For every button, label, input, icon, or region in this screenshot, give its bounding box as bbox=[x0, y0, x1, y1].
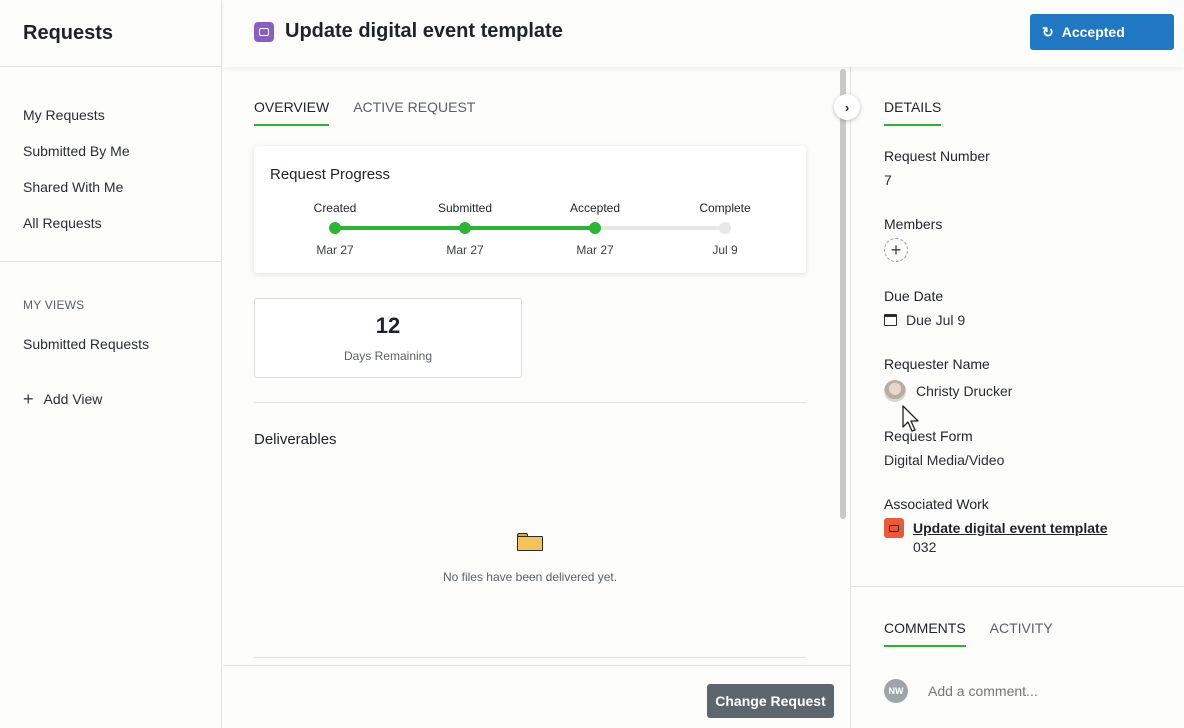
request-form-value: Digital Media/Video bbox=[884, 452, 1005, 468]
divider bbox=[254, 402, 806, 403]
plus-icon: + bbox=[890, 239, 902, 260]
divider bbox=[851, 586, 1184, 587]
step-label-created: Created bbox=[313, 201, 357, 215]
calendar-icon bbox=[884, 314, 897, 326]
status-button[interactable]: ↻ Accepted bbox=[1030, 14, 1174, 50]
request-number-field: Request Number 7 bbox=[884, 148, 990, 188]
requester-field: Requester Name Christy Drucker bbox=[884, 356, 1012, 402]
sidebar-divider bbox=[0, 261, 221, 262]
mouse-cursor-icon bbox=[902, 405, 919, 432]
sidebar-header: Requests bbox=[0, 0, 221, 67]
step-dot-complete bbox=[719, 222, 731, 234]
due-date-field: Due Date Due Jul 9 bbox=[884, 288, 965, 328]
step-dot-created bbox=[329, 222, 341, 234]
my-views-label: MY VIEWS bbox=[23, 298, 85, 312]
avatar bbox=[884, 380, 906, 402]
associated-work-link[interactable]: Update digital event template bbox=[913, 520, 1107, 536]
tab-details[interactable]: DETAILS bbox=[884, 99, 942, 126]
request-progress-card: Request Progress Created Mar 27 Submitte… bbox=[254, 146, 806, 273]
associated-work-field: Associated Work Update digital event tem… bbox=[884, 496, 1107, 555]
add-member-button[interactable]: + bbox=[884, 238, 908, 262]
requester-value[interactable]: Christy Drucker bbox=[884, 380, 1012, 402]
tab-comments[interactable]: COMMENTS bbox=[884, 620, 966, 647]
avatar: NW bbox=[884, 679, 908, 703]
deliverables-empty-text: No files have been delivered yet. bbox=[442, 570, 618, 584]
sidebar-item-submitted-requests[interactable]: Submitted Requests bbox=[0, 326, 221, 362]
step-label-accepted: Accepted bbox=[569, 201, 621, 215]
status-label: Accepted bbox=[1061, 24, 1125, 40]
footer-bar: Change Request bbox=[223, 665, 850, 728]
requester-label: Requester Name bbox=[884, 356, 990, 372]
step-date-created: Mar 27 bbox=[316, 243, 354, 257]
page-header: Update digital event template ↻ Accepted bbox=[223, 0, 1184, 67]
requester-name: Christy Drucker bbox=[916, 383, 1013, 399]
step-date-complete: Jul 9 bbox=[712, 243, 738, 257]
folder-icon bbox=[517, 533, 543, 551]
details-panel: DETAILS Request Number 7 Members + Due D… bbox=[850, 67, 1184, 728]
sidebar-item-shared-with-me[interactable]: Shared With Me bbox=[0, 169, 221, 205]
progress-track-pending bbox=[595, 226, 725, 230]
comment-tabs: COMMENTS ACTIVITY bbox=[884, 620, 1077, 647]
sidebar-nav: My Requests Submitted By Me Shared With … bbox=[0, 67, 221, 241]
request-number-value: 7 bbox=[884, 172, 892, 188]
days-remaining-card: 12 Days Remaining bbox=[254, 298, 522, 378]
project-folder-icon bbox=[884, 518, 904, 538]
members-field: Members + bbox=[884, 216, 942, 262]
sync-icon: ↻ bbox=[1042, 23, 1054, 40]
comment-composer: NW bbox=[884, 679, 1178, 703]
tab-activity[interactable]: ACTIVITY bbox=[990, 620, 1053, 647]
plus-icon: + bbox=[23, 389, 34, 409]
deliverables-title: Deliverables bbox=[254, 431, 337, 448]
add-view-label: Add View bbox=[43, 391, 103, 407]
step-label-complete: Complete bbox=[699, 201, 751, 215]
app-root: Requests My Requests Submitted By Me Sha… bbox=[0, 0, 1184, 728]
scrollbar[interactable] bbox=[840, 69, 846, 519]
associated-work-label: Associated Work bbox=[884, 496, 989, 512]
step-date-submitted: Mar 27 bbox=[446, 243, 484, 257]
step-date-accepted: Mar 27 bbox=[576, 243, 614, 257]
due-date-text: Due Jul 9 bbox=[906, 312, 966, 328]
inbox-icon bbox=[254, 22, 274, 42]
members-label: Members bbox=[884, 216, 943, 232]
step-label-submitted: Submitted bbox=[437, 201, 493, 215]
due-date-value[interactable]: Due Jul 9 bbox=[884, 312, 965, 328]
sidebar-item-submitted-by-me[interactable]: Submitted By Me bbox=[0, 133, 221, 169]
change-request-button[interactable]: Change Request bbox=[707, 684, 834, 718]
page-title: Update digital event template bbox=[285, 20, 563, 42]
sidebar: Requests My Requests Submitted By Me Sha… bbox=[0, 0, 222, 728]
comment-input[interactable] bbox=[928, 683, 1178, 699]
add-view-button[interactable]: + Add View bbox=[0, 386, 221, 412]
request-form-field: Request Form Digital Media/Video bbox=[884, 428, 1004, 468]
collapse-panel-button[interactable]: › bbox=[834, 94, 860, 120]
chevron-right-icon: › bbox=[844, 99, 850, 115]
tab-overview[interactable]: OVERVIEW bbox=[254, 99, 330, 126]
days-remaining-value: 12 bbox=[375, 313, 401, 338]
main-tabs: OVERVIEW ACTIVE REQUEST bbox=[254, 99, 499, 126]
divider bbox=[254, 657, 806, 658]
step-dot-submitted bbox=[459, 222, 471, 234]
step-dot-accepted bbox=[589, 222, 601, 234]
tab-active-request[interactable]: ACTIVE REQUEST bbox=[353, 99, 475, 126]
associated-work-number: 032 bbox=[913, 539, 937, 555]
views-list: Submitted Requests bbox=[0, 326, 221, 362]
sidebar-item-my-requests[interactable]: My Requests bbox=[0, 97, 221, 133]
days-remaining-label: Days Remaining bbox=[343, 349, 433, 363]
sidebar-item-all-requests[interactable]: All Requests bbox=[0, 205, 221, 241]
due-date-label: Due Date bbox=[884, 288, 944, 304]
sidebar-title: Requests bbox=[23, 21, 114, 44]
main-content: OVERVIEW ACTIVE REQUEST Request Progress… bbox=[223, 67, 860, 728]
request-number-label: Request Number bbox=[884, 148, 990, 164]
progress-steps: Created Mar 27 Submitted Mar 27 Accepted… bbox=[270, 146, 806, 273]
